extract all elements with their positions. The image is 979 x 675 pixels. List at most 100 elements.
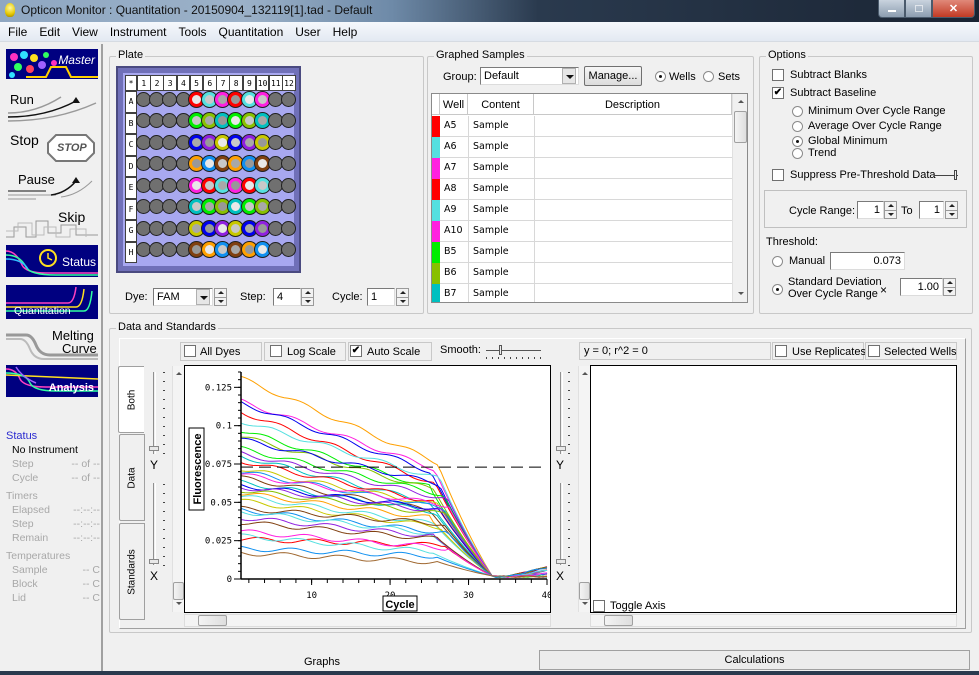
cycle-from-spinner[interactable] bbox=[884, 201, 897, 219]
sets-radio[interactable] bbox=[703, 71, 714, 82]
plate-well[interactable] bbox=[281, 91, 297, 107]
plot-hscrollbar[interactable] bbox=[184, 614, 551, 627]
plate-column-header[interactable]: 8 bbox=[229, 75, 243, 91]
sample-row[interactable]: B5 Sample bbox=[432, 242, 732, 263]
stddev-threshold-radio[interactable] bbox=[772, 284, 783, 295]
y-zoom-handle[interactable] bbox=[149, 446, 159, 451]
pause-button[interactable]: Pause bbox=[6, 169, 98, 203]
plot-scroll-up[interactable] bbox=[173, 366, 184, 382]
scroll-up-arrow[interactable] bbox=[733, 94, 747, 110]
y-zoom-slider[interactable] bbox=[153, 372, 156, 454]
min-over-cycle-radio[interactable] bbox=[792, 106, 803, 117]
plate-row-header[interactable]: C bbox=[125, 134, 137, 156]
plate-column-header[interactable]: 11 bbox=[269, 75, 283, 91]
trend-radio[interactable] bbox=[792, 148, 803, 159]
sample-row[interactable]: B7 Sample bbox=[432, 284, 732, 302]
cycle-spinner[interactable] bbox=[396, 288, 409, 306]
maximize-button[interactable] bbox=[905, 0, 932, 18]
subtract-blanks-checkbox[interactable] bbox=[772, 69, 784, 81]
menu-help[interactable]: Help bbox=[327, 25, 364, 39]
step-spinner[interactable] bbox=[301, 288, 314, 306]
subtract-baseline-checkbox[interactable]: ✔ bbox=[772, 87, 784, 99]
col-content[interactable]: Content bbox=[468, 94, 534, 115]
x-zoom-slider[interactable] bbox=[153, 483, 156, 565]
cycle-field[interactable]: 1 bbox=[367, 288, 395, 306]
menu-instrument[interactable]: Instrument bbox=[104, 25, 173, 39]
std-plot-hscrollbar[interactable] bbox=[590, 614, 957, 627]
plot-vscrollbar[interactable] bbox=[172, 366, 184, 612]
tab-both[interactable]: Both bbox=[118, 366, 144, 433]
suppress-checkbox[interactable] bbox=[772, 169, 784, 181]
plate-row-header[interactable]: E bbox=[125, 177, 137, 199]
melting-curve-button[interactable]: Melting Curve bbox=[6, 327, 98, 361]
plate-column-header[interactable]: 7 bbox=[216, 75, 230, 91]
dye-dropdown-arrow[interactable] bbox=[196, 289, 210, 305]
close-button[interactable]: ✕ bbox=[932, 0, 975, 18]
skip-button[interactable]: Skip bbox=[6, 207, 98, 241]
cycle-to-spinner[interactable] bbox=[945, 201, 958, 219]
plate-row-header[interactable]: D bbox=[125, 155, 137, 177]
tab-graphs[interactable]: Graphs bbox=[106, 652, 538, 672]
amplification-chart[interactable]: 00.0250.050.0750.10.12510203040Fluoresce… bbox=[184, 365, 552, 613]
plot-scroll-down[interactable] bbox=[173, 596, 184, 612]
col-description[interactable]: Description bbox=[534, 94, 732, 115]
plate-well[interactable] bbox=[281, 220, 297, 236]
auto-scale-checkbox[interactable]: ✔ bbox=[350, 345, 362, 357]
sample-row[interactable]: A9 Sample bbox=[432, 200, 732, 221]
tab-standards[interactable]: Standards bbox=[119, 523, 145, 620]
plate-well[interactable] bbox=[281, 199, 297, 214]
plate-column-header[interactable]: 9 bbox=[242, 75, 257, 91]
scroll-thumb[interactable] bbox=[734, 111, 747, 143]
menu-quantitation[interactable]: Quantitation bbox=[213, 25, 290, 39]
stddev-multiplier-spinner[interactable] bbox=[943, 278, 956, 296]
wells-radio[interactable] bbox=[655, 71, 666, 82]
plate-column-header[interactable]: 4 bbox=[176, 75, 191, 91]
plate-column-header[interactable]: 12 bbox=[282, 75, 296, 91]
plate-well[interactable] bbox=[281, 113, 297, 128]
step-field[interactable]: 4 bbox=[273, 288, 301, 306]
manual-threshold-radio[interactable] bbox=[772, 256, 783, 267]
stop-button[interactable]: Stop STOP bbox=[6, 129, 98, 163]
avg-over-cycle-radio[interactable] bbox=[792, 121, 803, 132]
plate-well[interactable] bbox=[281, 134, 297, 150]
plate-well[interactable] bbox=[281, 177, 297, 193]
plate-column-header[interactable]: 10 bbox=[255, 75, 270, 91]
menu-edit[interactable]: Edit bbox=[33, 25, 66, 39]
minimize-button[interactable] bbox=[878, 0, 905, 18]
manage-button[interactable]: Manage... bbox=[584, 66, 642, 86]
sample-row[interactable]: A6 Sample bbox=[432, 137, 732, 158]
smooth-slider-track[interactable] bbox=[486, 350, 541, 351]
menu-view[interactable]: View bbox=[66, 25, 104, 39]
all-dyes-checkbox[interactable] bbox=[184, 345, 196, 357]
suppress-slider-handle[interactable] bbox=[954, 170, 957, 180]
plate-row-header[interactable]: G bbox=[125, 220, 137, 242]
sample-row[interactable]: A7 Sample bbox=[432, 158, 732, 179]
group-dropdown-arrow[interactable] bbox=[562, 68, 576, 84]
plate-corner[interactable]: * bbox=[125, 75, 137, 91]
plate-row-header[interactable]: H bbox=[125, 241, 137, 263]
analysis-button[interactable]: Analysis bbox=[6, 365, 98, 397]
samples-scrollbar[interactable] bbox=[732, 94, 747, 302]
tab-data[interactable]: Data bbox=[119, 434, 145, 521]
run-button[interactable]: Run bbox=[6, 91, 98, 125]
menu-user[interactable]: User bbox=[289, 25, 326, 39]
cycle-to-field[interactable]: 1 bbox=[919, 201, 944, 219]
plate-column-header[interactable]: 5 bbox=[189, 75, 204, 91]
sample-row[interactable]: A10 Sample bbox=[432, 221, 732, 242]
toggle-axis-checkbox[interactable] bbox=[593, 600, 605, 612]
standards-chart[interactable] bbox=[590, 365, 957, 613]
log-scale-checkbox[interactable] bbox=[270, 345, 282, 357]
menu-file[interactable]: File bbox=[2, 25, 33, 39]
std-y-zoom-slider[interactable] bbox=[560, 372, 563, 454]
stddev-multiplier-field[interactable]: 1.00 bbox=[900, 278, 943, 296]
menu-tools[interactable]: Tools bbox=[173, 25, 213, 39]
plot-hscroll-thumb[interactable] bbox=[198, 615, 227, 626]
plate-column-header[interactable]: 3 bbox=[163, 75, 177, 91]
sample-row[interactable]: B6 Sample bbox=[432, 263, 732, 284]
std-y-zoom-handle[interactable] bbox=[556, 446, 566, 451]
manual-threshold-field[interactable]: 0.073 bbox=[830, 252, 905, 270]
use-replicates-checkbox[interactable] bbox=[775, 345, 787, 357]
plate-row-header[interactable]: A bbox=[125, 91, 137, 113]
global-minimum-radio[interactable] bbox=[792, 136, 803, 147]
smooth-slider-handle[interactable] bbox=[499, 345, 502, 355]
